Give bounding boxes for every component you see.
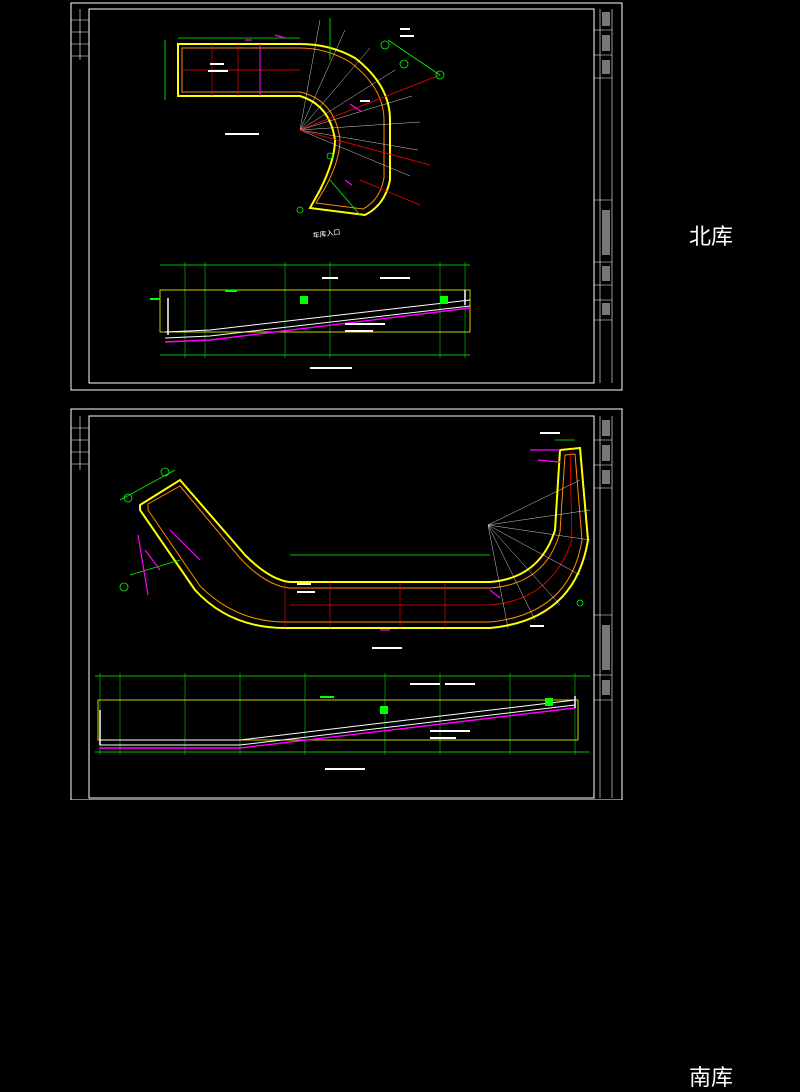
ramp-section-north — [150, 262, 471, 369]
outer-frame — [70, 408, 623, 800]
drawing-sheet-south: 南库 — [0, 400, 800, 1091]
sheet-title-south: 南库 — [689, 1066, 734, 1091]
cad-drawing-south — [70, 408, 623, 800]
ramp-plan-south — [119, 432, 591, 649]
ramp-plan-north: 车库入口 — [164, 18, 445, 240]
sheet-title-north: 北库 — [689, 225, 734, 250]
cad-drawing-north: 车库入口 — [70, 2, 623, 391]
entrance-label: 车库入口 — [312, 227, 341, 240]
binding-strip — [71, 9, 89, 60]
inner-frame — [88, 415, 595, 799]
ramp-section-south — [95, 673, 590, 770]
title-block — [594, 9, 613, 383]
drawing-sheet-north: 车库入口 北库 — [0, 0, 800, 400]
title-block — [594, 416, 613, 798]
binding-strip — [71, 416, 89, 470]
